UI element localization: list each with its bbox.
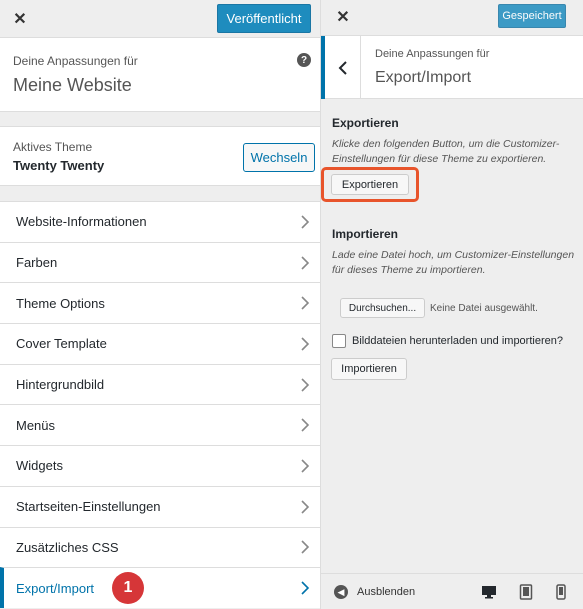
active-theme-box: Aktives Theme Twenty Twenty Wechseln [0,126,320,186]
mobile-preview-icon[interactable] [552,583,570,601]
import-description: Lade eine Datei hoch, um Customizer-Eins… [332,249,575,276]
menu-item-menues[interactable]: Menüs [0,404,320,446]
menu-item-label: Hintergrundbild [16,377,105,393]
collapse-arrow-icon: ◀ [334,585,348,599]
menu-item-widgets[interactable]: Widgets [0,445,320,486]
menu-item-label: Zusätzliches CSS [16,539,119,555]
change-theme-button[interactable]: Wechseln [243,143,315,172]
menu-item-label: Farben [16,255,58,271]
close-icon: ✕ [13,10,27,28]
active-theme-name: Twenty Twenty [13,158,105,173]
close-icon: ✕ [336,9,350,26]
help-icon[interactable]: ? [297,53,311,67]
import-title: Importieren [332,227,399,241]
section-subtitle: Deine Anpassungen für [375,48,490,60]
section-header: Deine Anpassungen für Export/Import [321,36,583,99]
export-description: Klicke den folgenden Button, um die Cust… [332,138,560,165]
chevron-right-icon [301,540,310,554]
desktop-preview-icon[interactable] [480,583,498,601]
chevron-right-icon [301,581,310,595]
download-images-label: Bilddateien herunterladen und importiere… [352,335,563,347]
menu-item-label: Cover Template [16,336,107,352]
left-header-bar: ✕ Veröffentlicht [0,0,320,38]
menu-item-label: Theme Options [16,295,105,311]
chevron-right-icon [301,255,310,270]
browse-file-button[interactable]: Durchsuchen... [340,298,425,318]
menu-item-website-informationen[interactable]: Website-Informationen [0,201,320,242]
chevron-right-icon [301,459,310,473]
chevron-right-icon [301,378,310,392]
chevron-right-icon [301,418,310,432]
menu-item-theme-options[interactable]: Theme Options [0,282,320,324]
menu-item-export-import[interactable]: Export/Import 1 [0,567,320,608]
menu-item-label: Menüs [16,417,56,433]
export-title: Exportieren [332,116,399,130]
step-number-badge: 1 [112,572,144,605]
menu-item-hintergrundbild[interactable]: Hintergrundbild [0,363,320,405]
chevron-right-icon [301,296,310,310]
right-header-bar: ✕ Gespeichert [321,0,583,36]
menu-item-label: Website-Informationen [16,214,147,230]
menu-item-farben[interactable]: Farben [0,241,320,283]
site-info-box: Deine Anpassungen für Meine Website ? [0,38,320,112]
active-theme-label: Aktives Theme [13,140,93,154]
chevron-right-icon [301,337,310,351]
chevron-left-icon [338,60,347,75]
section-title: Export/Import [375,69,472,86]
no-file-selected-text: Keine Datei ausgewählt. [430,303,538,314]
publish-button[interactable]: Veröffentlicht [217,4,311,33]
menu-item-cover-template[interactable]: Cover Template [0,323,320,364]
export-button[interactable]: Exportieren [331,174,409,195]
collapse-label: Ausblenden [357,586,416,598]
menu-item-zusaetzliches-css[interactable]: Zusätzliches CSS [0,526,320,568]
menu-item-label: Startseiten-Einstellungen [16,499,161,515]
chevron-right-icon [301,500,310,514]
menu-item-startseiten-einstellungen[interactable]: Startseiten-Einstellungen [0,485,320,527]
customizer-section-menu: Website-Informationen Farben Theme Optio… [0,201,320,608]
chevron-right-icon [301,215,310,229]
customizer-main-panel: ✕ Veröffentlicht Deine Anpassungen für M… [0,0,321,609]
customizing-subtitle: Deine Anpassungen für [13,54,138,68]
close-panel-button[interactable]: ✕ [323,0,363,34]
close-customizer-button[interactable]: ✕ [0,0,40,37]
tablet-preview-icon[interactable] [517,583,535,601]
import-button[interactable]: Importieren [331,358,407,380]
saved-button[interactable]: Gespeichert [498,4,566,28]
site-title: Meine Website [13,75,132,95]
export-import-panel: ✕ Gespeichert Deine Anpassungen für Expo… [321,0,583,609]
menu-item-label: Widgets [16,458,63,474]
menu-item-label: Export/Import [16,580,95,596]
back-button[interactable] [321,36,361,99]
download-images-checkbox[interactable] [332,334,346,348]
customizer-footer: ◀ Ausblenden [321,573,583,609]
